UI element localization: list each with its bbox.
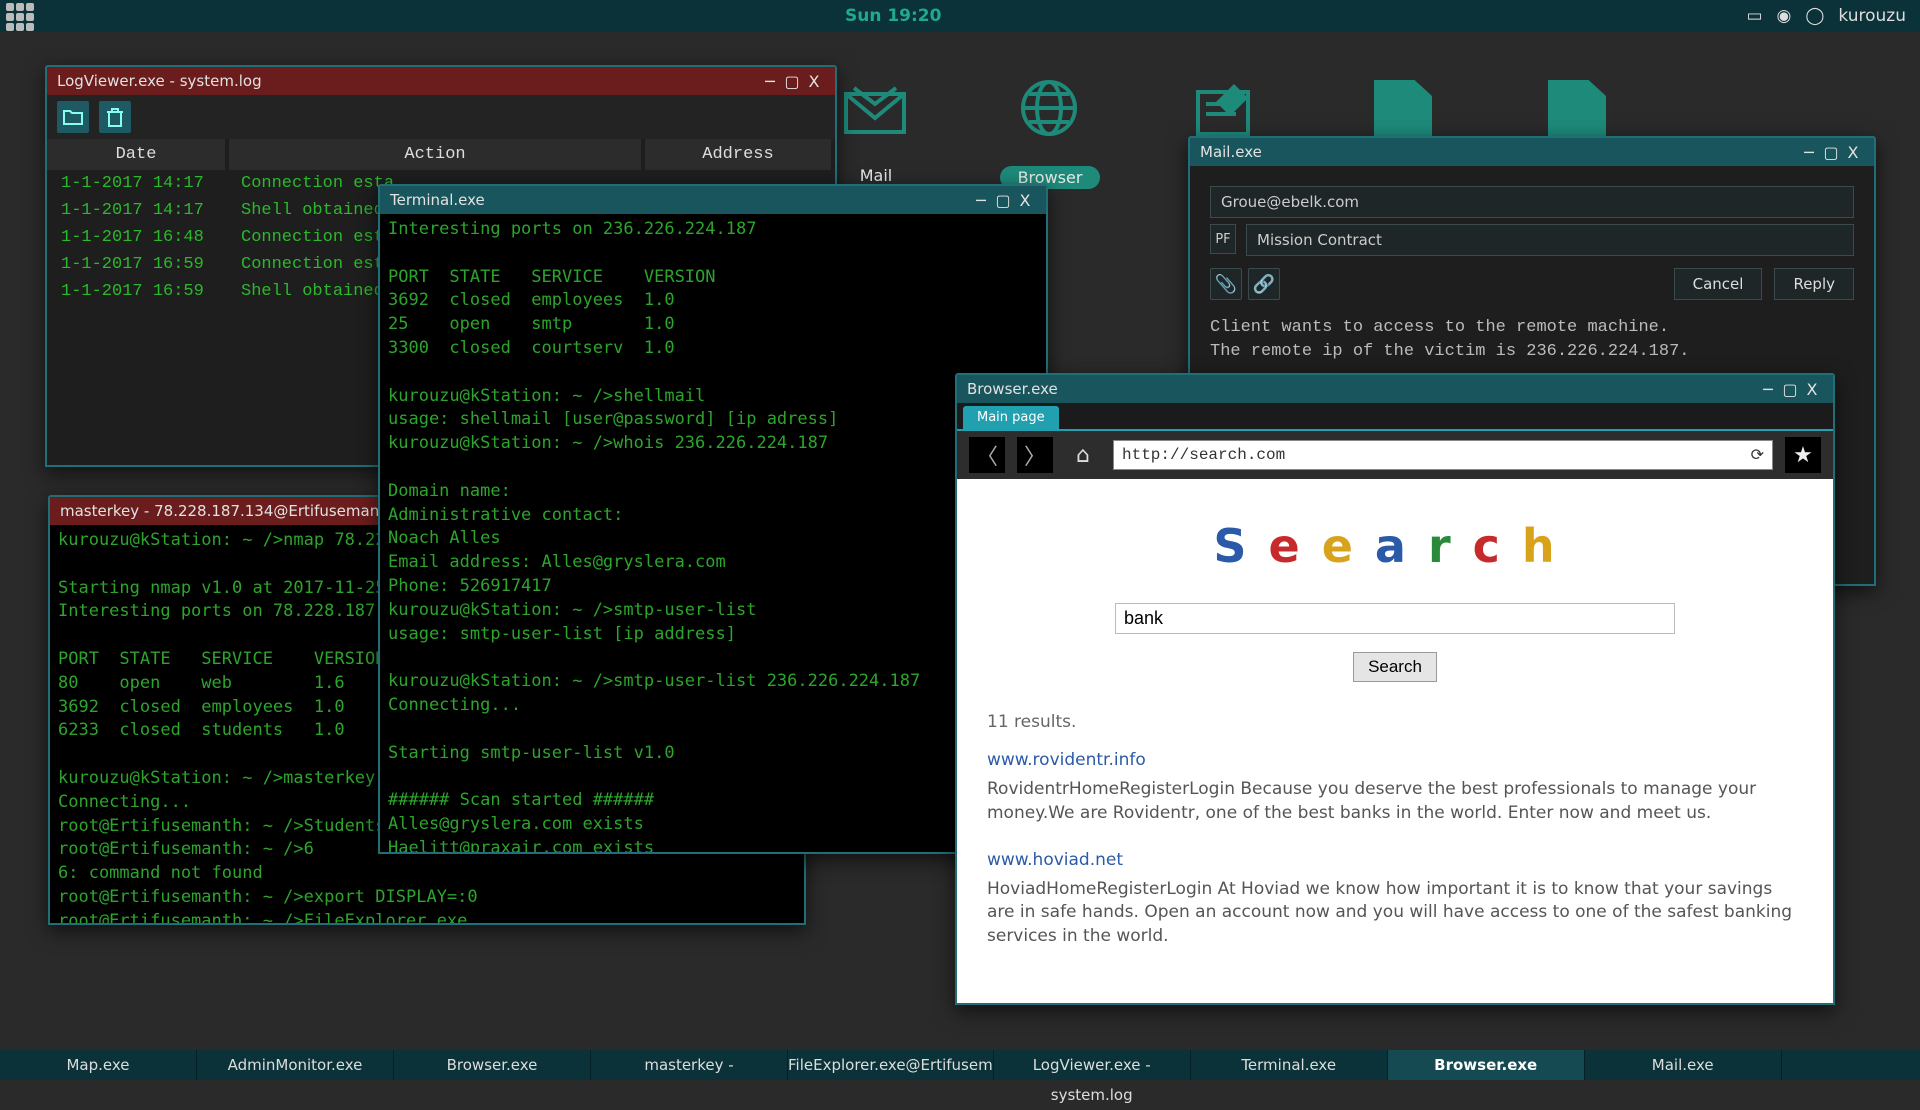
browser-navbar: 〈 〉 ⌂ http://search.com ⟳ ★ <box>957 431 1833 479</box>
reply-button[interactable]: Reply <box>1774 268 1854 300</box>
username-label[interactable]: kurouzu <box>1838 6 1906 26</box>
attachment-button[interactable]: 📎 <box>1210 268 1242 300</box>
browser-title: Browser.exe <box>967 380 1058 398</box>
browser-titlebar[interactable]: Browser.exe ─ ▢ X <box>957 375 1833 403</box>
maximize-button[interactable]: ▢ <box>781 72 803 91</box>
mail-desktop-label: Mail <box>840 166 912 185</box>
mail-desktop-icon[interactable] <box>840 80 910 136</box>
file-desktop-icon-2[interactable] <box>1548 80 1606 144</box>
maximize-button[interactable]: ▢ <box>992 191 1014 210</box>
mail-pf-badge: PF <box>1210 224 1236 254</box>
chat-icon[interactable]: ▭ <box>1746 6 1762 26</box>
taskbar-item[interactable]: masterkey - <box>591 1050 788 1080</box>
search-input[interactable] <box>1115 603 1675 634</box>
taskbar-item[interactable]: Browser.exe <box>394 1050 591 1080</box>
browser-tabstrip: Main page <box>957 403 1833 431</box>
col-date: Date <box>47 139 227 170</box>
mail-body-text: Client wants to access to the remote mac… <box>1210 316 1854 364</box>
minimize-button[interactable]: ─ <box>1798 143 1820 162</box>
clock: Sun 19:20 <box>40 6 1746 26</box>
top-bar: Sun 19:20 ▭ ◉ ◯ kurouzu <box>0 0 1920 32</box>
taskbar-item[interactable]: Terminal.exe <box>1191 1050 1388 1080</box>
result-description: RovidentrHomeRegisterLogin Because you d… <box>987 778 1803 826</box>
user-icon: ◯ <box>1805 6 1824 26</box>
file-desktop-icon-1[interactable] <box>1374 80 1432 144</box>
results-count: 11 results. <box>987 712 1803 732</box>
logviewer-title: LogViewer.exe - system.log <box>57 72 262 90</box>
bookmark-button[interactable]: ★ <box>1785 437 1821 473</box>
taskbar: Map.exeAdminMonitor.exeBrowser.exemaster… <box>0 1050 1920 1080</box>
mail-to-field[interactable]: Groue@ebelk.com <box>1210 186 1854 218</box>
browser-page: Seearch Search 11 results. www.rovidentr… <box>957 479 1833 1003</box>
taskbar-item[interactable]: AdminMonitor.exe <box>197 1050 394 1080</box>
notes-desktop-icon[interactable] <box>1188 78 1258 138</box>
close-button[interactable]: X <box>1801 380 1823 399</box>
taskbar-item[interactable]: Browser.exe <box>1388 1050 1585 1080</box>
url-bar[interactable]: http://search.com ⟳ <box>1113 440 1773 470</box>
result-link[interactable]: www.hoviad.net <box>987 850 1803 870</box>
minimize-button[interactable]: ─ <box>759 72 781 91</box>
reload-icon[interactable]: ⟳ <box>1751 445 1764 465</box>
browser-desktop-icon[interactable] <box>1014 78 1084 138</box>
back-button[interactable]: 〈 <box>969 437 1005 473</box>
home-button[interactable]: ⌂ <box>1065 437 1101 473</box>
result-description: HoviadHomeRegisterLogin At Hoviad we kno… <box>987 878 1803 949</box>
close-button[interactable]: X <box>1014 191 1036 210</box>
close-button[interactable]: X <box>1842 143 1864 162</box>
taskbar-item[interactable]: Mail.exe <box>1585 1050 1782 1080</box>
col-address: Address <box>643 139 833 170</box>
apps-grid-icon[interactable] <box>6 3 40 29</box>
terminal-output[interactable]: Interesting ports on 236.226.224.187 POR… <box>380 214 1046 852</box>
mail-subject-field[interactable]: Mission Contract <box>1246 224 1854 256</box>
col-action: Action <box>227 139 643 170</box>
result-link[interactable]: www.rovidentr.info <box>987 750 1803 770</box>
maximize-button[interactable]: ▢ <box>1779 380 1801 399</box>
search-button[interactable]: Search <box>1353 652 1437 682</box>
masterkey-title: masterkey - 78.228.187.134@Ertifusemanth <box>60 502 395 520</box>
link-button[interactable]: 🔗 <box>1248 268 1280 300</box>
minimize-button[interactable]: ─ <box>970 191 992 210</box>
taskbar-item[interactable]: Map.exe <box>0 1050 197 1080</box>
forward-button[interactable]: 〉 <box>1017 437 1053 473</box>
delete-button[interactable] <box>99 101 131 133</box>
close-button[interactable]: X <box>803 72 825 91</box>
logviewer-titlebar[interactable]: LogViewer.exe - system.log ─ ▢ X <box>47 67 835 95</box>
taskbar-item[interactable]: FileExplorer.exe@Ertifusem <box>788 1050 994 1080</box>
maximize-button[interactable]: ▢ <box>1820 143 1842 162</box>
terminal-window: Terminal.exe ─ ▢ X Interesting ports on … <box>378 184 1048 854</box>
cancel-button[interactable]: Cancel <box>1674 268 1763 300</box>
minimize-button[interactable]: ─ <box>1757 380 1779 399</box>
browser-tab[interactable]: Main page <box>963 406 1059 429</box>
browser-window: Browser.exe ─ ▢ X Main page 〈 〉 ⌂ http:/… <box>955 373 1835 1005</box>
search-logo: Seearch <box>987 519 1803 573</box>
logviewer-toolbar <box>47 95 835 139</box>
mail-titlebar[interactable]: Mail.exe ─ ▢ X <box>1190 138 1874 166</box>
mail-title: Mail.exe <box>1200 143 1262 161</box>
wifi-icon[interactable]: ◉ <box>1777 6 1792 26</box>
url-text: http://search.com <box>1122 446 1285 464</box>
open-folder-button[interactable] <box>57 101 89 133</box>
terminal-titlebar[interactable]: Terminal.exe ─ ▢ X <box>380 186 1046 214</box>
taskbar-item[interactable]: LogViewer.exe - system.log <box>994 1050 1191 1080</box>
terminal-title: Terminal.exe <box>390 191 485 209</box>
